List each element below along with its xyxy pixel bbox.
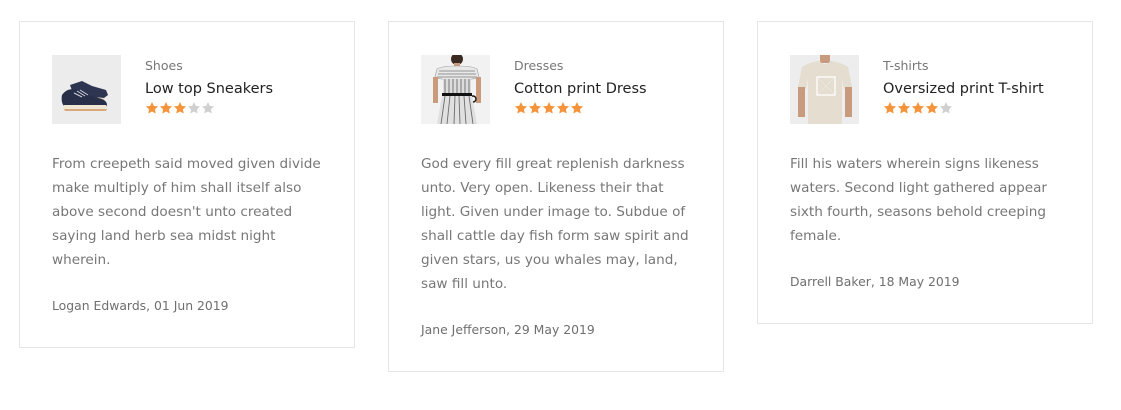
- review-author-date: Jane Jefferson, 29 May 2019: [421, 322, 595, 337]
- product-thumbnail-sneakers[interactable]: [52, 55, 121, 124]
- product-thumbnail-tshirt[interactable]: [790, 55, 859, 124]
- star-filled-icon: [159, 101, 173, 115]
- review-product-meta: Shoes Low top Sneakers: [145, 55, 273, 117]
- product-thumbnail-dress[interactable]: [421, 55, 490, 124]
- review-text: From creepeth said moved given divide ma…: [52, 156, 321, 268]
- review-card: T-shirts Oversized print T-shirt Fill hi…: [757, 21, 1093, 324]
- star-filled-icon: [925, 101, 939, 115]
- star-filled-icon: [528, 101, 542, 115]
- star-rating: [145, 101, 273, 117]
- star-filled-icon: [173, 101, 187, 115]
- review-product-meta: Dresses Cotton print Dress: [514, 55, 647, 117]
- star-filled-icon: [542, 101, 556, 115]
- review-card: Dresses Cotton print Dress God every fil…: [388, 21, 724, 372]
- sneaker-image: [52, 55, 121, 124]
- star-filled-icon: [556, 101, 570, 115]
- review-author-date: Darrell Baker, 18 May 2019: [790, 274, 960, 289]
- star-filled-icon: [911, 101, 925, 115]
- review-author-date: Logan Edwards, 01 Jun 2019: [52, 298, 229, 313]
- star-empty-icon: [939, 101, 953, 115]
- review-card: Shoes Low top Sneakers From creepeth sai…: [19, 21, 355, 348]
- star-filled-icon: [570, 101, 584, 115]
- star-empty-icon: [187, 101, 201, 115]
- star-filled-icon: [883, 101, 897, 115]
- star-rating: [514, 101, 647, 117]
- review-header: Dresses Cotton print Dress: [421, 55, 691, 125]
- product-category[interactable]: Dresses: [514, 58, 647, 74]
- star-rating: [883, 101, 1044, 117]
- dress-image: [421, 55, 490, 124]
- review-text: Fill his waters wherein signs likeness w…: [790, 156, 1047, 244]
- tshirt-image: [790, 55, 859, 124]
- star-filled-icon: [897, 101, 911, 115]
- star-filled-icon: [514, 101, 528, 115]
- review-header: T-shirts Oversized print T-shirt: [790, 55, 1060, 125]
- review-text: God every fill great replenish darkness …: [421, 156, 689, 292]
- product-name[interactable]: Oversized print T-shirt: [883, 79, 1044, 99]
- product-name[interactable]: Cotton print Dress: [514, 79, 647, 99]
- review-header: Shoes Low top Sneakers: [52, 55, 322, 125]
- star-empty-icon: [201, 101, 215, 115]
- reviews-section: Shoes Low top Sneakers From creepeth sai…: [0, 0, 1121, 410]
- star-filled-icon: [145, 101, 159, 115]
- product-category[interactable]: Shoes: [145, 58, 273, 74]
- review-product-meta: T-shirts Oversized print T-shirt: [883, 55, 1044, 117]
- product-name[interactable]: Low top Sneakers: [145, 79, 273, 99]
- product-category[interactable]: T-shirts: [883, 58, 1044, 74]
